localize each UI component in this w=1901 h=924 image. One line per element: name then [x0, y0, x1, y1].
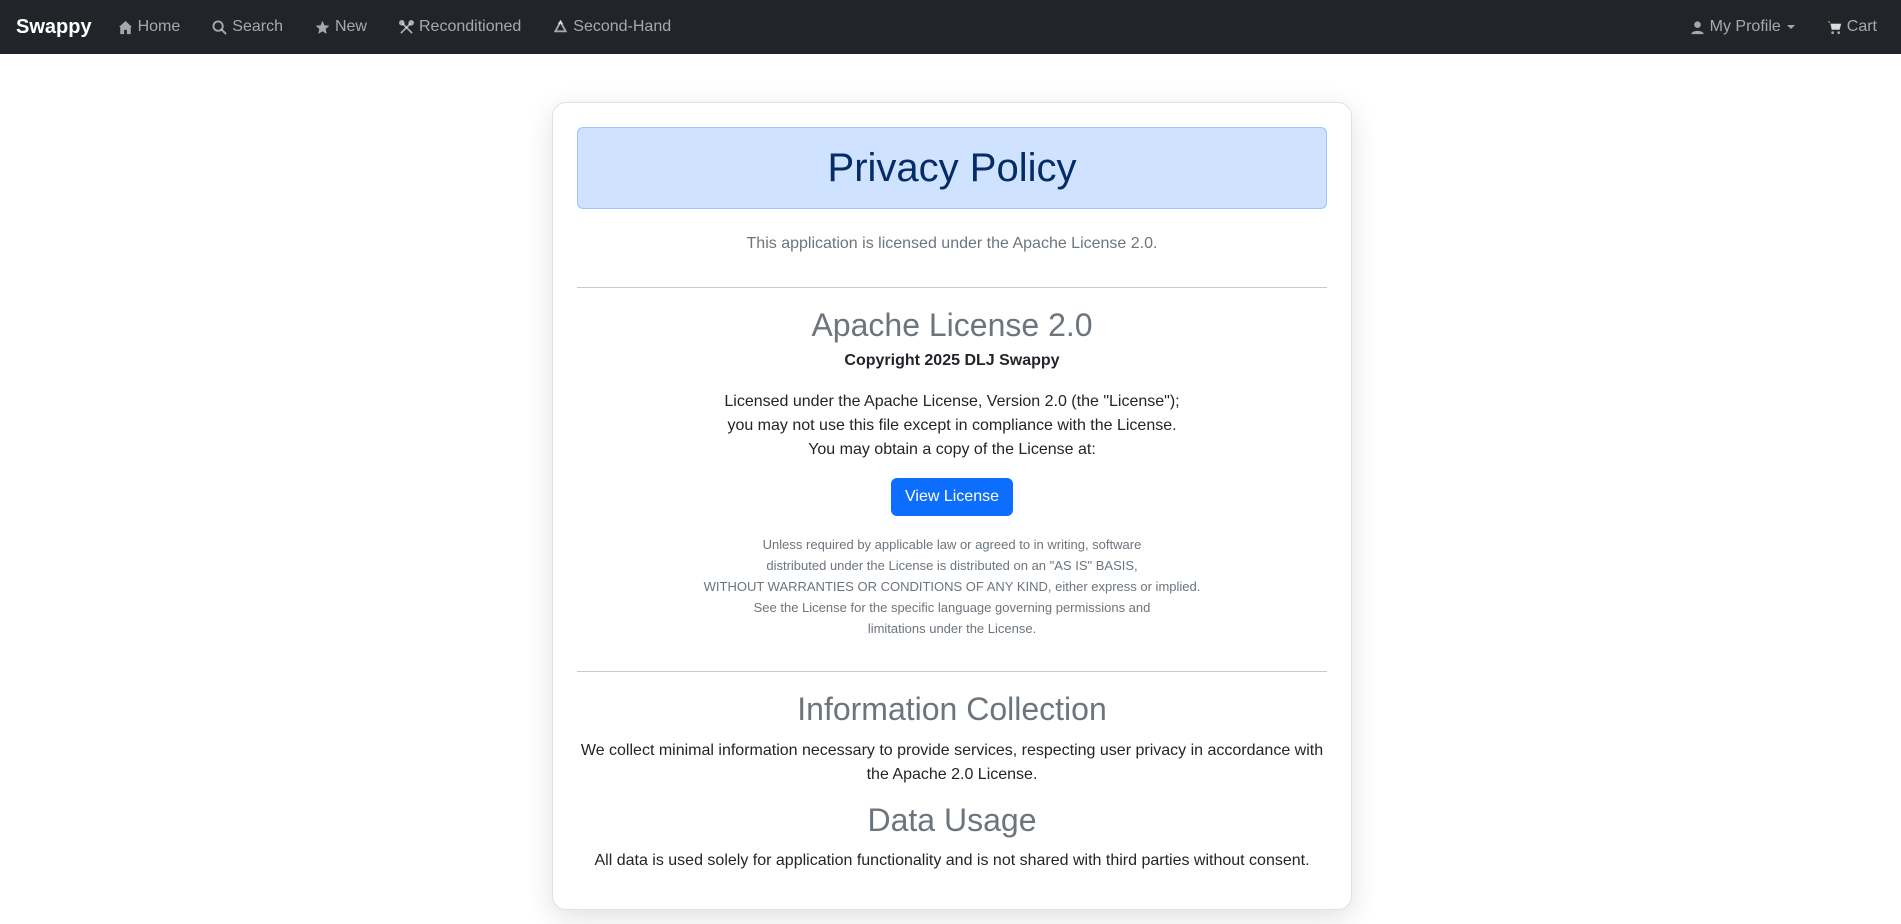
- nav-right: My Profile Cart: [1674, 0, 1893, 54]
- nav-links: Home Search New Reconditioned Second-Han…: [102, 0, 688, 54]
- license-section: Apache License 2.0 Copyright 2025 DLJ Sw…: [577, 306, 1327, 639]
- disclaimer-line: WITHOUT WARRANTIES OR CONDITIONS OF ANY …: [703, 579, 1201, 595]
- license-disclaimer: Unless required by applicable law or agr…: [577, 534, 1327, 639]
- nav-reconditioned-label: Reconditioned: [418, 18, 522, 35]
- user-icon: [1691, 20, 1704, 34]
- recycle-icon: [554, 19, 568, 32]
- copyright-text: Copyright 2025 DLJ Swappy: [844, 352, 1060, 370]
- license-notice: Licensed under the Apache License, Versi…: [577, 390, 1327, 462]
- license-line: you may not use this file except in comp…: [727, 417, 1177, 435]
- disclaimer-line: limitations under the License.: [867, 621, 1037, 637]
- information-collection-line: We collect minimal information necessary…: [580, 741, 1324, 759]
- nav-search-link[interactable]: Search: [196, 0, 299, 54]
- nav-search-label: Search: [232, 18, 283, 35]
- brand-logo[interactable]: Swappy: [16, 16, 92, 39]
- page-title: Privacy Policy: [827, 145, 1077, 190]
- license-line: You may obtain a copy of the License at:: [808, 441, 1096, 459]
- section-divider: [577, 671, 1327, 673]
- cart-icon: [1827, 20, 1842, 34]
- information-collection-section: Information Collection We collect minima…: [577, 690, 1327, 786]
- section-divider: [577, 287, 1327, 288]
- nav-new-link[interactable]: New: [299, 0, 383, 54]
- data-usage-heading: Data Usage: [867, 801, 1037, 838]
- nav-home-link[interactable]: Home: [102, 0, 197, 54]
- top-navbar: Swappy Home Search New Reconditioned Sec…: [0, 0, 1901, 54]
- data-usage-section: Data Usage All data is used solely for a…: [577, 801, 1327, 873]
- nav-second-hand-link[interactable]: Second-Hand: [537, 0, 687, 54]
- nav-home-label: Home: [137, 18, 181, 35]
- disclaimer-line: Unless required by applicable law or agr…: [762, 537, 1142, 553]
- caret-down-icon: [1786, 25, 1795, 29]
- cart-link[interactable]: Cart: [1811, 0, 1893, 54]
- information-collection-line: the Apache 2.0 License.: [866, 765, 1038, 783]
- my-profile-label: My Profile: [1709, 18, 1781, 35]
- information-collection-text: We collect minimal information necessary…: [577, 739, 1327, 787]
- intro-text: This application is licensed under the A…: [746, 235, 1158, 252]
- nav-reconditioned-link[interactable]: Reconditioned: [383, 0, 537, 54]
- nav-new-label: New: [334, 18, 367, 35]
- my-profile-dropdown[interactable]: My Profile: [1674, 0, 1811, 54]
- data-usage-text: All data is used solely for application …: [594, 852, 1310, 870]
- star-icon: [315, 20, 330, 34]
- search-icon: [212, 19, 227, 35]
- view-license-button[interactable]: View License: [891, 478, 1013, 517]
- cart-label: Cart: [1846, 18, 1877, 35]
- nav-second-hand-label: Second-Hand: [573, 18, 672, 35]
- license-line: Licensed under the Apache License, Versi…: [724, 393, 1180, 411]
- tools-icon: [398, 19, 414, 34]
- title-banner: Privacy Policy: [577, 127, 1327, 209]
- information-collection-heading: Information Collection: [797, 691, 1107, 728]
- license-heading: Apache License 2.0: [811, 307, 1093, 343]
- house-icon: [118, 20, 132, 34]
- disclaimer-line: See the License for the specific languag…: [753, 600, 1151, 616]
- privacy-policy-card: Privacy Policy This application is licen…: [552, 102, 1352, 910]
- disclaimer-line: distributed under the License is distrib…: [766, 558, 1138, 574]
